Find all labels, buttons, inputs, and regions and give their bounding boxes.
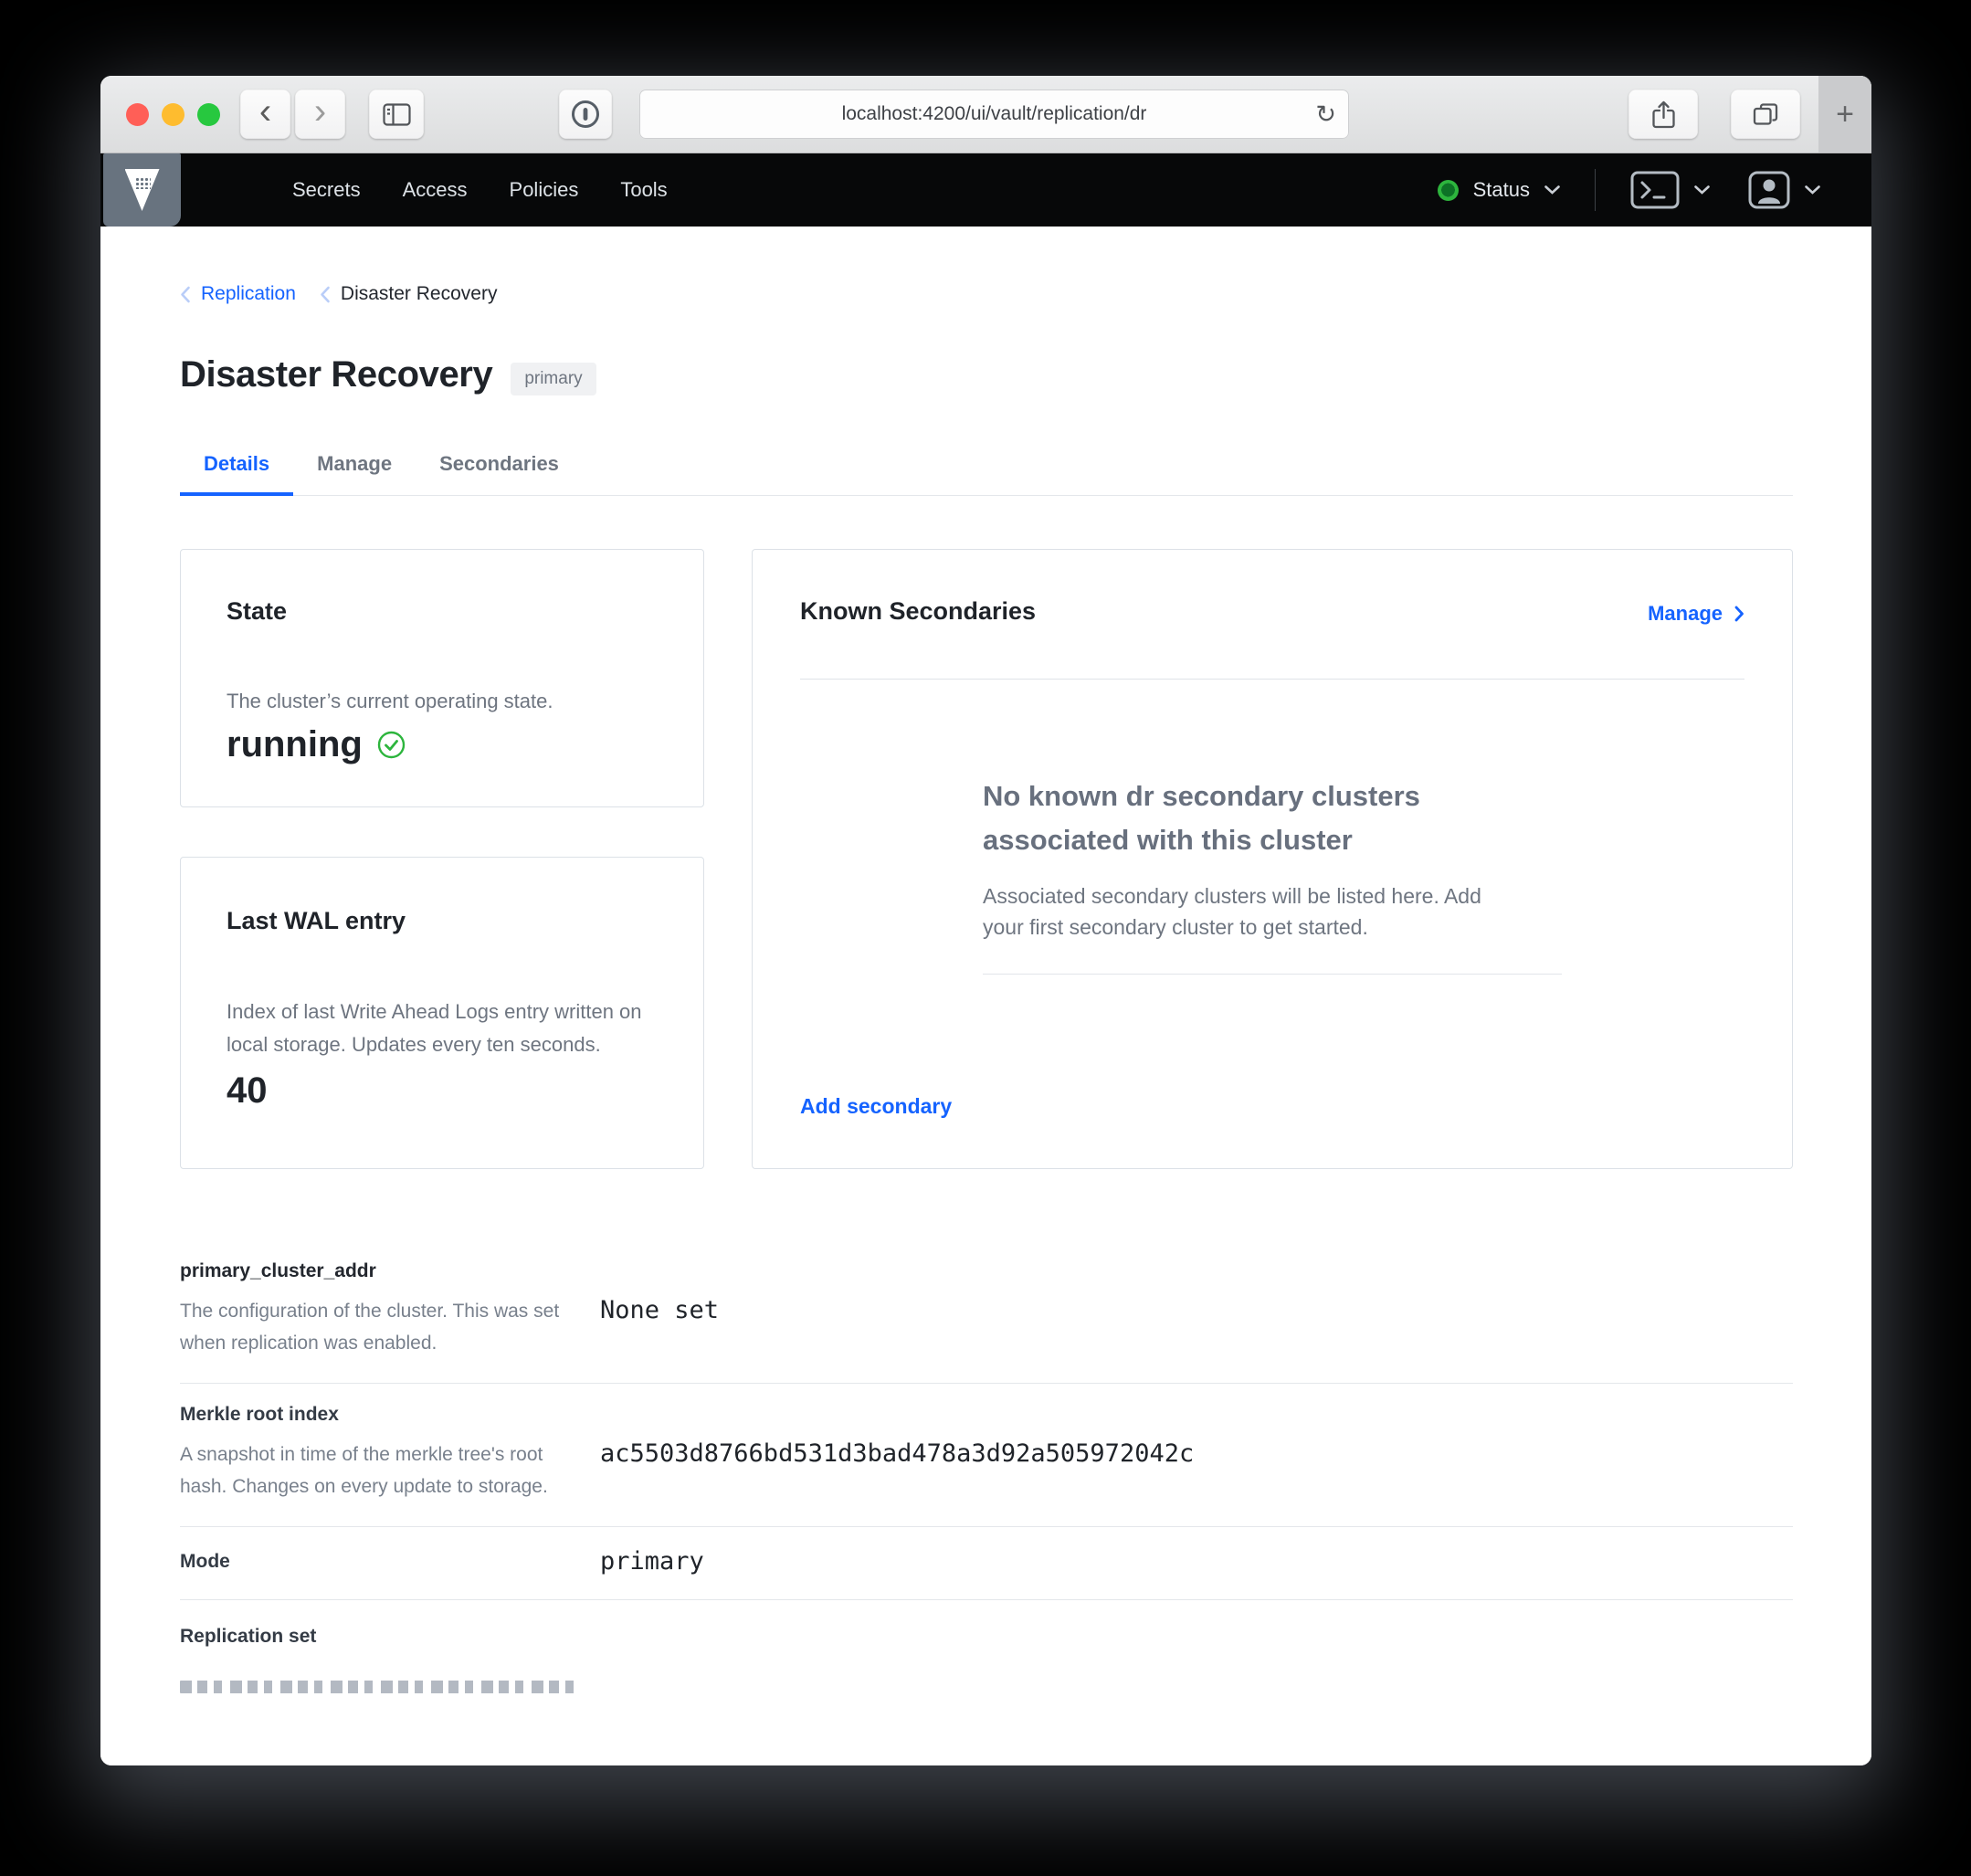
breadcrumb-current: Disaster Recovery	[340, 283, 498, 304]
chevron-right-icon	[1734, 606, 1744, 622]
empty-state-message: Associated secondary clusters will be li…	[983, 884, 1481, 939]
page-title: Disaster Recovery	[180, 354, 493, 395]
state-card-description: The cluster’s current operating state.	[227, 690, 553, 712]
chevron-down-icon	[1694, 185, 1710, 195]
tab-details[interactable]: Details	[180, 452, 294, 496]
share-button[interactable]	[1628, 90, 1698, 139]
status-menu[interactable]: Status	[1437, 178, 1560, 202]
tab-manage[interactable]: Manage	[293, 452, 416, 495]
detail-value: primary	[600, 1547, 704, 1576]
nav-links: Secrets Access Policies Tools	[292, 178, 668, 202]
chevron-left-icon	[320, 286, 331, 303]
minimize-window-button[interactable]	[162, 102, 184, 126]
zoom-window-button[interactable]	[197, 102, 220, 126]
nav-divider	[1595, 169, 1596, 211]
extension-button[interactable]	[559, 90, 612, 139]
state-card-title: State	[227, 597, 288, 625]
vault-navbar: Secrets Access Policies Tools Status	[100, 153, 1871, 227]
page-content: Replication Disaster Recovery Disaster R…	[100, 227, 1871, 1765]
known-secondaries-title: Known Secondaries	[800, 597, 1037, 625]
chevron-down-icon	[1544, 185, 1560, 195]
chevron-left-icon	[180, 286, 191, 303]
tabs-overview-icon	[1752, 101, 1779, 127]
nav-item-tools[interactable]: Tools	[620, 178, 667, 202]
detail-row-mode: Mode primary	[180, 1527, 1793, 1600]
browser-window: ‹ › localhost:4200/ui/vault/replication/…	[100, 76, 1871, 1765]
extension-icon	[570, 99, 601, 130]
status-dot-icon	[1437, 179, 1459, 201]
nav-item-secrets[interactable]: Secrets	[292, 178, 361, 202]
detail-row-replication-set: Replication set	[180, 1600, 1793, 1693]
detail-row-merkle-root-index: Merkle root index A snapshot in time of …	[180, 1384, 1793, 1527]
browser-toolbar: ‹ › localhost:4200/ui/vault/replication/…	[100, 76, 1871, 153]
back-button[interactable]: ‹	[240, 90, 290, 139]
forward-button[interactable]: ›	[295, 90, 345, 139]
user-menu[interactable]	[1748, 171, 1820, 209]
manage-link-label: Manage	[1648, 602, 1723, 625]
state-card: State The cluster’s current operating st…	[180, 549, 704, 807]
breadcrumb-disaster-recovery: Disaster Recovery	[320, 283, 498, 305]
state-value: running	[227, 724, 363, 764]
nav-item-policies[interactable]: Policies	[510, 178, 579, 202]
breadcrumb-link[interactable]: Replication	[201, 283, 296, 305]
add-secondary-link[interactable]: Add secondary	[800, 1094, 1744, 1119]
empty-state: No known dr secondary clusters associate…	[983, 775, 1562, 975]
show-tabs-button[interactable]	[1731, 90, 1800, 139]
new-tab-button[interactable]: +	[1818, 76, 1871, 153]
empty-state-title: No known dr secondary clusters associate…	[983, 780, 1420, 856]
mode-badge: primary	[511, 362, 596, 395]
detail-label: Merkle root index	[180, 1404, 339, 1425]
detail-description: The configuration of the cluster. This w…	[180, 1301, 560, 1354]
last-wal-title: Last WAL entry	[227, 907, 406, 934]
traffic-lights	[126, 102, 220, 126]
status-label: Status	[1472, 178, 1530, 201]
reload-icon[interactable]: ↻	[1315, 100, 1336, 129]
tab-secondaries[interactable]: Secondaries	[416, 452, 583, 495]
detail-label: Replication set	[180, 1626, 317, 1647]
tab-bar: Details Manage Secondaries	[180, 452, 1793, 496]
known-secondaries-card: Known Secondaries Manage No known dr sec…	[752, 549, 1793, 1169]
vault-logo-icon	[124, 169, 160, 211]
share-icon	[1651, 100, 1676, 129]
console-icon	[1630, 171, 1680, 209]
detail-row-primary-cluster-addr: primary_cluster_addr The configuration o…	[180, 1240, 1793, 1384]
detail-value: ac5503d8766bd531d3bad478a3d92a505972042c	[600, 1439, 1195, 1468]
last-wal-card: Last WAL entry Index of last Write Ahead…	[180, 857, 704, 1169]
url-text: localhost:4200/ui/vault/replication/dr	[841, 103, 1147, 124]
card-divider	[800, 679, 1744, 680]
last-wal-description: Index of last Write Ahead Logs entry wri…	[227, 1000, 642, 1056]
breadcrumb-replication[interactable]: Replication	[180, 283, 296, 305]
chevron-down-icon	[1805, 185, 1820, 195]
nav-item-access[interactable]: Access	[403, 178, 468, 202]
person-icon	[1748, 171, 1790, 209]
sidebar-toggle-button[interactable]	[369, 90, 424, 139]
detail-label: Mode	[180, 1550, 230, 1572]
manage-link[interactable]: Manage	[1648, 602, 1744, 626]
console-menu[interactable]	[1630, 171, 1710, 209]
breadcrumb: Replication Disaster Recovery	[180, 227, 1793, 305]
plus-icon: +	[1836, 96, 1854, 132]
check-circle-icon	[377, 731, 406, 759]
detail-label: primary_cluster_addr	[180, 1260, 376, 1281]
clipped-text-sliver	[180, 1681, 580, 1693]
replication-details-list: primary_cluster_addr The configuration o…	[180, 1240, 1793, 1693]
vault-logo[interactable]	[103, 153, 181, 227]
sidebar-icon	[382, 102, 411, 126]
close-window-button[interactable]	[126, 102, 149, 126]
address-bar[interactable]: localhost:4200/ui/vault/replication/dr ↻	[639, 90, 1349, 139]
detail-description: A snapshot in time of the merkle tree's …	[180, 1444, 548, 1497]
last-wal-value: 40	[227, 1070, 268, 1111]
detail-value: None set	[600, 1295, 720, 1324]
